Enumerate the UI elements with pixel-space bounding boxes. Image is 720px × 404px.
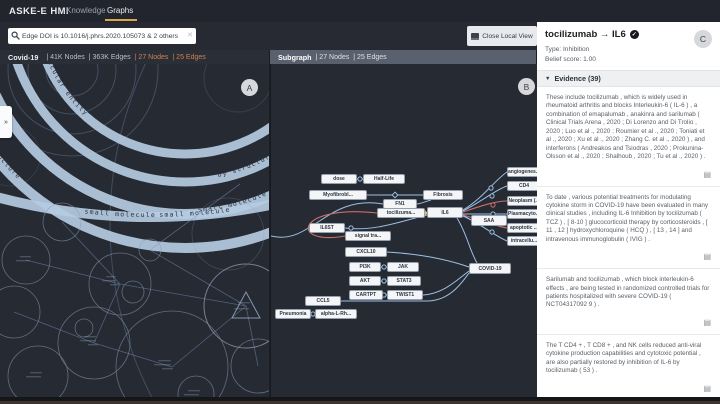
search-box[interactable]: ✕: [8, 28, 196, 44]
edge-detail-panel: tocilizumab → IL6 ✓ Type: Inhibition Bel…: [537, 22, 720, 397]
graph-node-ccl5[interactable]: CCL5: [305, 296, 341, 306]
network-graph-panel[interactable]: molecular entity by structure small mole…: [0, 64, 269, 397]
network-status-bar: Covid-19 | 41K Nodes | 363K Edges | 27 N…: [0, 50, 269, 64]
evidence-text: Sarilumab and tocilizumab , which block …: [546, 276, 711, 310]
panel-badge-b: B: [518, 78, 535, 95]
edge-negative[interactable]: [463, 201, 507, 212]
subgraph-node-count: | 27 Nodes: [316, 54, 350, 61]
subgraph-status-bar: Subgraph | 27 Nodes | 25 Edges: [270, 50, 536, 64]
edge[interactable]: [423, 271, 469, 295]
subgraph-panel[interactable]: dose Half-Life Myofibrobl... FN1 Fibrosi…: [270, 64, 537, 397]
graph-node-myofibroblast[interactable]: Myofibrobl...: [309, 190, 367, 200]
evidence-item: Sarilumab and tocilizumab , which block …: [537, 269, 720, 335]
graph-node-pi3k[interactable]: PI3K: [349, 262, 381, 272]
tab-knowledge[interactable]: Knowledge: [66, 6, 106, 15]
cluster-outline-large[interactable]: [110, 64, 269, 397]
graph-node-twist1[interactable]: TWIST1: [387, 290, 423, 300]
belief-score-label: Belief score: 1.00: [545, 56, 596, 63]
graph-node-pneumonia[interactable]: Pneumonia: [275, 309, 311, 319]
graph-node-akt[interactable]: AKT: [349, 276, 381, 286]
graph-node-jak[interactable]: JAK: [387, 262, 419, 272]
graph-node-cxcl10[interactable]: CXCL10: [345, 247, 387, 257]
graph-node-angiogenesis[interactable]: angiogenes...: [507, 167, 537, 177]
graph-node-intracellular[interactable]: intracellu...: [507, 236, 537, 246]
network-title: Covid-19: [8, 53, 38, 62]
evidence-item: The T CD4 + , T CD8 + , and NK cells red…: [537, 335, 720, 397]
evidence-list[interactable]: These include tocilizumab , which is wid…: [537, 87, 720, 397]
graph-node-signal-transduction[interactable]: signal tra...: [345, 231, 391, 241]
edge-type-label: Type: Inhibition: [545, 46, 589, 53]
graph-node-half-life[interactable]: Half-Life: [363, 174, 405, 184]
app-title: ASKE-E HMI: [9, 6, 69, 17]
cluster-circle[interactable]: [204, 264, 269, 348]
cluster-circle[interactable]: [178, 376, 214, 397]
selected-edge-count: | 25 Edges: [172, 54, 205, 61]
subgraph-title: Subgraph: [278, 53, 312, 62]
sidebar-expander-button[interactable]: »: [0, 106, 12, 138]
evidence-source-icon[interactable]: ▤: [703, 384, 711, 393]
cluster-circle[interactable]: [8, 346, 68, 397]
evidence-item: These include tocilizumab , which is wid…: [537, 87, 720, 187]
edge[interactable]: [463, 172, 507, 210]
app-window: ASKE-E HMI Knowledge Graphs ✕ Close Loca…: [0, 0, 720, 404]
edge[interactable]: [417, 200, 431, 204]
evidence-source-icon[interactable]: ▤: [703, 170, 711, 179]
graph-node-dose[interactable]: dose: [321, 174, 357, 184]
top-bar: ASKE-E HMI Knowledge Graphs: [0, 0, 720, 22]
evidence-text: These include tocilizumab , which is wid…: [546, 94, 711, 162]
evidence-text: The T CD4 + , T CD8 + , and NK cells red…: [546, 342, 711, 376]
evidence-source-icon[interactable]: ▤: [703, 318, 711, 327]
graph-node-plasmacytoma[interactable]: Plasmacyto...: [507, 209, 537, 219]
evidence-item: To date , various potential treatments f…: [537, 187, 720, 270]
category-arc[interactable]: [0, 64, 269, 214]
evidence-section-title: Evidence (39): [554, 74, 600, 83]
panel-badge-c: C: [694, 30, 712, 48]
graph-node-tocilizumab[interactable]: tocilizuma...: [377, 208, 425, 218]
network-graph-canvas[interactable]: molecular entity by structure small mole…: [0, 64, 269, 397]
panel-badge-a: A: [241, 79, 258, 96]
graph-node-il6st[interactable]: IL6ST: [309, 223, 345, 233]
search-icon: [11, 31, 21, 41]
category-arcs[interactable]: [0, 64, 269, 248]
edge[interactable]: [463, 186, 507, 211]
tab-graphs[interactable]: Graphs: [107, 6, 133, 15]
graph-node-stat3[interactable]: STAT3: [387, 276, 421, 286]
graph-node-covid-19[interactable]: COVID-19: [469, 263, 511, 274]
cluster-circle[interactable]: [122, 281, 144, 303]
graph-node-apoptotic[interactable]: apoptotic ...: [507, 223, 537, 233]
selected-node-count: | 27 Nodes: [135, 54, 169, 61]
graph-node-il6[interactable]: IL6: [427, 207, 463, 218]
cluster-circle[interactable]: [0, 286, 40, 338]
close-local-view-label: Close Local View: [482, 33, 532, 40]
evidence-source-icon[interactable]: ▤: [703, 252, 711, 261]
search-input[interactable]: [22, 28, 182, 44]
cluster-texture: [0, 64, 269, 186]
graph-node-saa[interactable]: SAA: [471, 215, 507, 226]
cluster-circle[interactable]: [75, 319, 93, 337]
cluster-circles[interactable]: [0, 198, 269, 397]
collapse-triangle-icon[interactable]: ▼: [545, 76, 550, 82]
network-node-count: | 41K Nodes: [46, 54, 84, 61]
evidence-text: To date , various potential treatments f…: [546, 194, 711, 245]
close-local-view-button[interactable]: Close Local View: [467, 26, 537, 46]
node-blob-texture: [16, 256, 250, 395]
graph-node-neoplasm[interactable]: Neoplasm (...: [507, 196, 537, 206]
graph-node-fibrosis[interactable]: Fibrosis: [423, 190, 463, 200]
subgraph-edge-count: | 25 Edges: [353, 54, 386, 61]
curated-check-icon: ✓: [630, 30, 639, 39]
network-edge-count: | 363K Edges: [89, 54, 131, 61]
graph-node-cd4[interactable]: CD4: [507, 181, 537, 191]
local-view-icon: [471, 33, 479, 40]
edge-title-text: tocilizumab → IL6: [545, 29, 626, 40]
evidence-section-header[interactable]: ▼ Evidence (39): [537, 70, 720, 87]
edge-title: tocilizumab → IL6 ✓: [545, 29, 639, 40]
graph-node-cartpt[interactable]: CARTPT: [349, 290, 383, 300]
edge-detail-header: tocilizumab → IL6 ✓ Type: Inhibition Bel…: [537, 22, 720, 70]
graph-node-alpha-l-rh[interactable]: alpha-L-Rh...: [315, 309, 357, 319]
clear-search-icon[interactable]: ✕: [187, 31, 193, 39]
